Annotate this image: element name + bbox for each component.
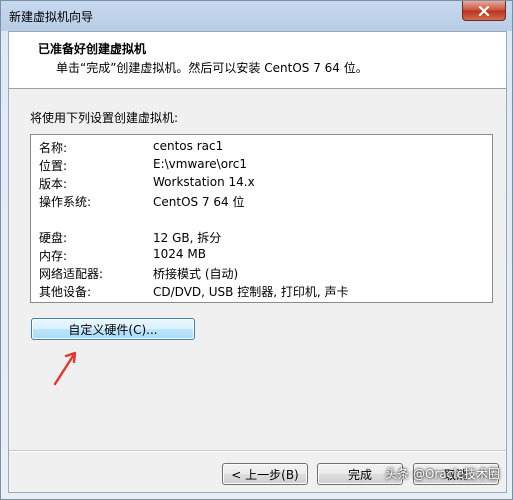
summary-key: 名称: — [39, 141, 68, 155]
customize-hardware-button[interactable]: 自定义硬件(C)... — [31, 318, 195, 340]
summary-value: E:\vmware\orc1 — [153, 157, 247, 171]
watermark-text: 头条 @Oracle技术圈 — [385, 467, 500, 481]
summary-value: Workstation 14.x — [153, 175, 255, 189]
summary-value: 12 GB, 拆分 — [153, 231, 222, 245]
summary-row-network: 网络适配器: 桥接模式 (自动) — [31, 265, 492, 283]
summary-row-memory: 内存: 1024 MB — [31, 247, 492, 265]
page-title: 已准备好创建虚拟机 — [38, 42, 147, 56]
summary-row-location: 位置: E:\vmware\orc1 — [31, 157, 492, 175]
back-button[interactable]: < 上一步(B) — [222, 463, 308, 485]
summary-key: 位置: — [39, 159, 68, 173]
summary-row-other-devices: 其他设备: CD/DVD, USB 控制器, 打印机, 声卡 — [31, 283, 492, 301]
summary-row-name: 名称: centos rac1 — [31, 139, 492, 157]
summary-key: 版本: — [39, 177, 68, 191]
summary-row-disk: 硬盘: 12 GB, 拆分 — [31, 229, 492, 247]
title-bar[interactable]: 新建虚拟机向导 — [1, 1, 512, 30]
settings-summary-list[interactable]: 名称: centos rac1 位置: E:\vmware\orc1 版本: W… — [30, 134, 493, 303]
header-panel: 已准备好创建虚拟机 单击“完成”创建虚拟机。然后可以安装 CentOS 7 64… — [9, 32, 506, 89]
footer-divider — [9, 450, 506, 452]
window-title: 新建虚拟机向导 — [9, 10, 94, 24]
summary-key: 硬盘: — [39, 231, 68, 245]
settings-intro-label: 将使用下列设置创建虚拟机: — [30, 111, 179, 125]
summary-value: CentOS 7 64 位 — [153, 195, 245, 209]
summary-row-os: 操作系统: CentOS 7 64 位 — [31, 193, 492, 211]
annotation-arrow-icon — [53, 351, 77, 386]
summary-key: 网络适配器: — [39, 267, 104, 281]
wizard-window: 新建虚拟机向导 已准备好创建虚拟机 单击“完成”创建虚拟机。然后可以安装 Cen… — [0, 0, 513, 500]
wizard-body: 已准备好创建虚拟机 单击“完成”创建虚拟机。然后可以安装 CentOS 7 64… — [8, 31, 507, 493]
summary-value: centos rac1 — [153, 139, 224, 153]
summary-key: 其他设备: — [39, 285, 92, 299]
summary-key: 操作系统: — [39, 195, 92, 209]
summary-value: CD/DVD, USB 控制器, 打印机, 声卡 — [153, 285, 349, 299]
summary-key: 内存: — [39, 249, 68, 263]
close-icon — [478, 5, 490, 16]
summary-value: 桥接模式 (自动) — [153, 267, 239, 281]
page-subtitle: 单击“完成”创建虚拟机。然后可以安装 CentOS 7 64 位。 — [56, 61, 368, 75]
close-button[interactable] — [462, 1, 506, 21]
summary-value: 1024 MB — [153, 247, 206, 261]
summary-row-version: 版本: Workstation 14.x — [31, 175, 492, 193]
